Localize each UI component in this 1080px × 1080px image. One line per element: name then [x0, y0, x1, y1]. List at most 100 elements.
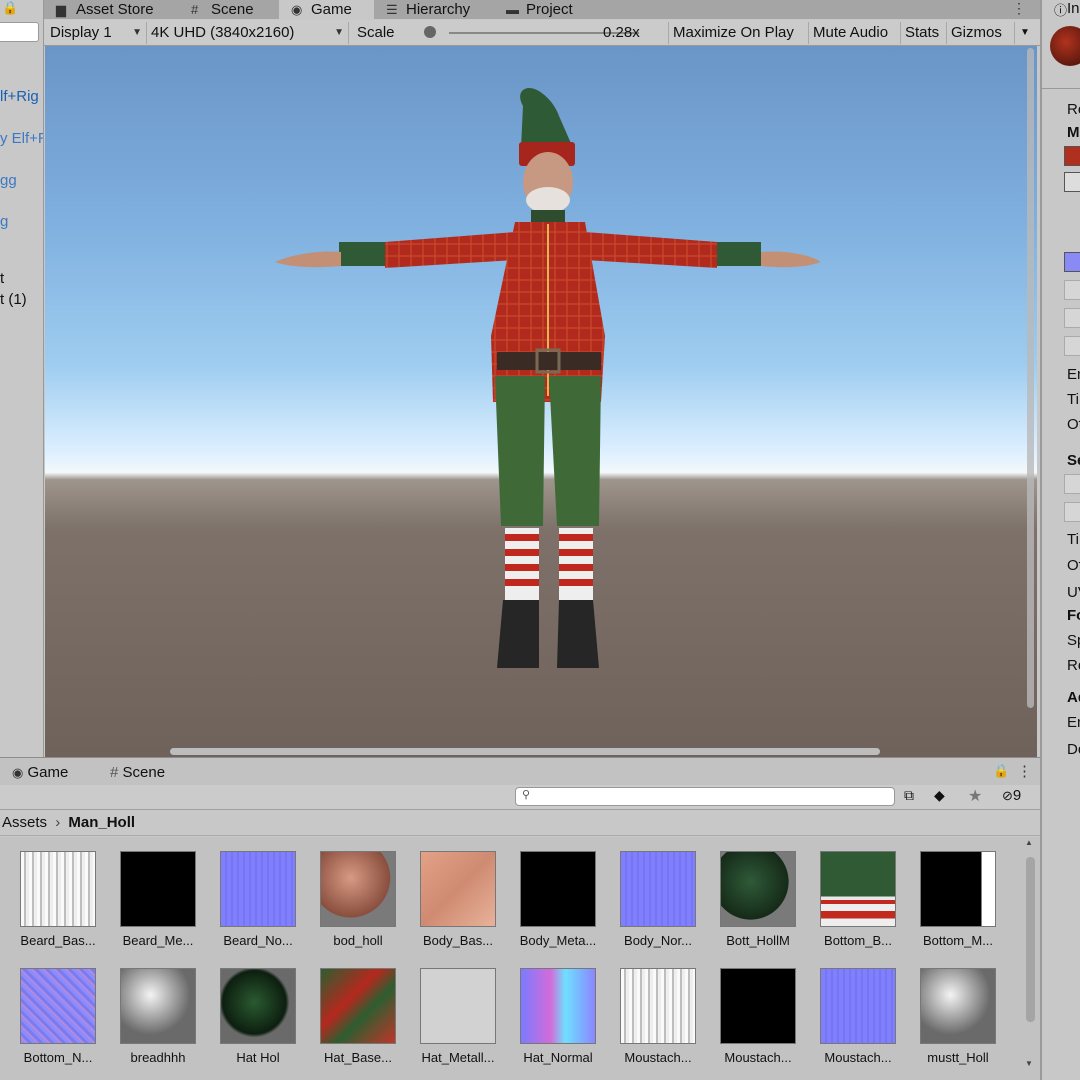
asset-item[interactable]: Body_Nor... [617, 851, 699, 948]
asset-item[interactable]: Hat_Base... [317, 968, 399, 1065]
asset-thumbnail [820, 968, 896, 1044]
star-icon[interactable]: ★ [968, 786, 988, 806]
tab-scene-bottom[interactable]: # Scene [110, 764, 165, 781]
hierarchy-item[interactable]: t (1) [0, 291, 27, 308]
folder-icon: ▬ [506, 2, 519, 17]
tab-scene[interactable]: # Scene [179, 0, 279, 19]
project-search-input[interactable]: ⚲ [515, 787, 895, 806]
albedo-texture-slot[interactable] [1064, 146, 1080, 166]
bottom-tab-strip: ◉ Game # Scene 🔒 ⋮ [0, 757, 1040, 785]
asset-label: mustt_Holl [927, 1050, 989, 1065]
asset-item[interactable]: Bottom_N... [17, 968, 99, 1065]
filter-by-type-icon[interactable]: ⧉ [904, 787, 924, 804]
lock-icon[interactable]: 🔒 [993, 763, 1009, 779]
asset-thumbnail [420, 968, 496, 1044]
asset-thumbnail [920, 968, 996, 1044]
game-viewport[interactable] [45, 46, 1037, 757]
material-preview-sphere [1050, 26, 1080, 66]
inspector-label: Re [1067, 657, 1080, 674]
tab-hierarchy[interactable]: ☰ Hierarchy [374, 0, 494, 19]
asset-item[interactable]: Beard_No... [217, 851, 299, 948]
scale-slider-thumb[interactable] [424, 26, 436, 38]
hierarchy-item[interactable]: y Elf+R [0, 130, 43, 147]
asset-item[interactable]: Body_Bas... [417, 851, 499, 948]
asset-label: Hat Hol [236, 1050, 280, 1065]
asset-item[interactable]: Hat Hol [217, 968, 299, 1065]
asset-thumbnail [420, 851, 496, 927]
asset-item[interactable]: Moustach... [717, 968, 799, 1065]
breadcrumb-assets[interactable]: Assets [2, 814, 47, 831]
dropdown-arrow-icon: ▼ [334, 27, 344, 38]
asset-thumbnail [820, 851, 896, 927]
asset-grid: Beard_Bas... Beard_Me... Beard_No... bod_ho… [0, 837, 1040, 1080]
asset-item[interactable]: Bottom_B... [817, 851, 899, 948]
game-horizontal-scrollbar[interactable] [170, 748, 880, 755]
asset-label: Body_Nor... [624, 933, 692, 948]
inspector-label: M [1067, 124, 1080, 141]
asset-item[interactable]: Hat_Normal [517, 968, 599, 1065]
maximize-on-play-toggle[interactable]: Maximize On Play [669, 22, 809, 44]
asset-label: Hat_Metall... [421, 1050, 495, 1065]
inspector-panel: ⓘ In Re M Em Ti Of Se Ti Of UV Fo Sp Re … [1040, 0, 1080, 1080]
tab-game[interactable]: ◉ Game [279, 0, 374, 19]
stats-toggle[interactable]: Stats [901, 22, 947, 44]
asset-item[interactable]: Bottom_M... [917, 851, 999, 948]
asset-item[interactable]: Beard_Bas... [17, 851, 99, 948]
texture-slot[interactable] [1064, 502, 1080, 522]
grid-icon: # [110, 764, 119, 781]
asset-item[interactable]: bod_holl [317, 851, 399, 948]
hierarchy-item[interactable]: lf+Rig [0, 88, 39, 105]
project-toolbar: ⚲ ⧉ ◆ ★ ⊘9 [0, 785, 1040, 810]
asset-thumbnail [120, 968, 196, 1044]
hierarchy-search-input[interactable] [0, 22, 39, 42]
asset-item[interactable]: Hat_Metall... [417, 968, 499, 1065]
hierarchy-item[interactable]: t [0, 270, 4, 287]
texture-slot[interactable] [1064, 336, 1080, 356]
tab-asset-store[interactable]: ▆ Asset Store [44, 0, 179, 19]
asset-thumbnail [320, 851, 396, 927]
asset-label: Body_Meta... [519, 933, 597, 948]
tab-game-bottom[interactable]: ◉ Game [12, 764, 68, 781]
tab-project[interactable]: ▬ Project [494, 0, 614, 19]
texture-slot[interactable] [1064, 308, 1080, 328]
mute-audio-toggle[interactable]: Mute Audio [809, 22, 901, 44]
gizmos-toggle[interactable]: Gizmos [947, 22, 1015, 44]
asset-item[interactable]: mustt_Holl [917, 968, 999, 1065]
asset-item[interactable]: Beard_Me... [117, 851, 199, 948]
list-icon: ☰ [386, 2, 398, 17]
gizmos-dropdown-arrow-icon[interactable]: ▼ [1016, 22, 1036, 44]
asset-item[interactable]: Bott_HollM [717, 851, 799, 948]
kebab-menu-icon[interactable]: ⋮ [1017, 762, 1032, 780]
elf-character-render [275, 87, 821, 668]
asset-item[interactable]: Moustach... [617, 968, 699, 1065]
normal-map-slot[interactable] [1064, 252, 1080, 272]
hidden-packages-toggle[interactable]: ⊘9 [1002, 787, 1038, 804]
asset-item[interactable]: Moustach... [817, 968, 899, 1065]
asset-item[interactable]: breadhhh [117, 968, 199, 1065]
hierarchy-item[interactable]: g [0, 213, 8, 230]
inspector-label: Ad [1067, 689, 1080, 706]
inspector-label: Fo [1067, 607, 1080, 624]
asset-label: Beard_Me... [122, 933, 194, 948]
asset-label: Body_Bas... [422, 933, 494, 948]
texture-slot[interactable] [1064, 474, 1080, 494]
game-vertical-scrollbar[interactable] [1027, 48, 1034, 708]
hierarchy-item[interactable]: gg [0, 172, 17, 189]
texture-slot[interactable] [1064, 280, 1080, 300]
gamepad-icon: ◉ [12, 765, 24, 780]
tag-icon[interactable]: ◆ [934, 787, 954, 804]
asset-thumbnail [220, 851, 296, 927]
inspector-title: In [1067, 0, 1080, 17]
texture-slot[interactable] [1064, 172, 1080, 192]
asset-item[interactable]: Body_Meta... [517, 851, 599, 948]
asset-thumbnail [520, 851, 596, 927]
hierarchy-panel: 🔒 lf+Rig y Elf+R gg g t t (1) [0, 0, 44, 757]
breadcrumb-current[interactable]: Man_Holl [68, 814, 135, 831]
asset-label: Hat_Base... [324, 1050, 392, 1065]
resolution-dropdown[interactable]: 4K UHD (3840x2160) ▼ [147, 22, 349, 44]
asset-grid-scrollbar[interactable]: ▲ ▼ [1024, 837, 1038, 1080]
lock-icon[interactable]: 🔒 [2, 0, 18, 16]
kebab-menu-icon[interactable]: ⋮ [1012, 0, 1026, 17]
inspector-label: Se [1067, 452, 1080, 469]
display-dropdown[interactable]: Display 1 ▼ [46, 22, 147, 44]
